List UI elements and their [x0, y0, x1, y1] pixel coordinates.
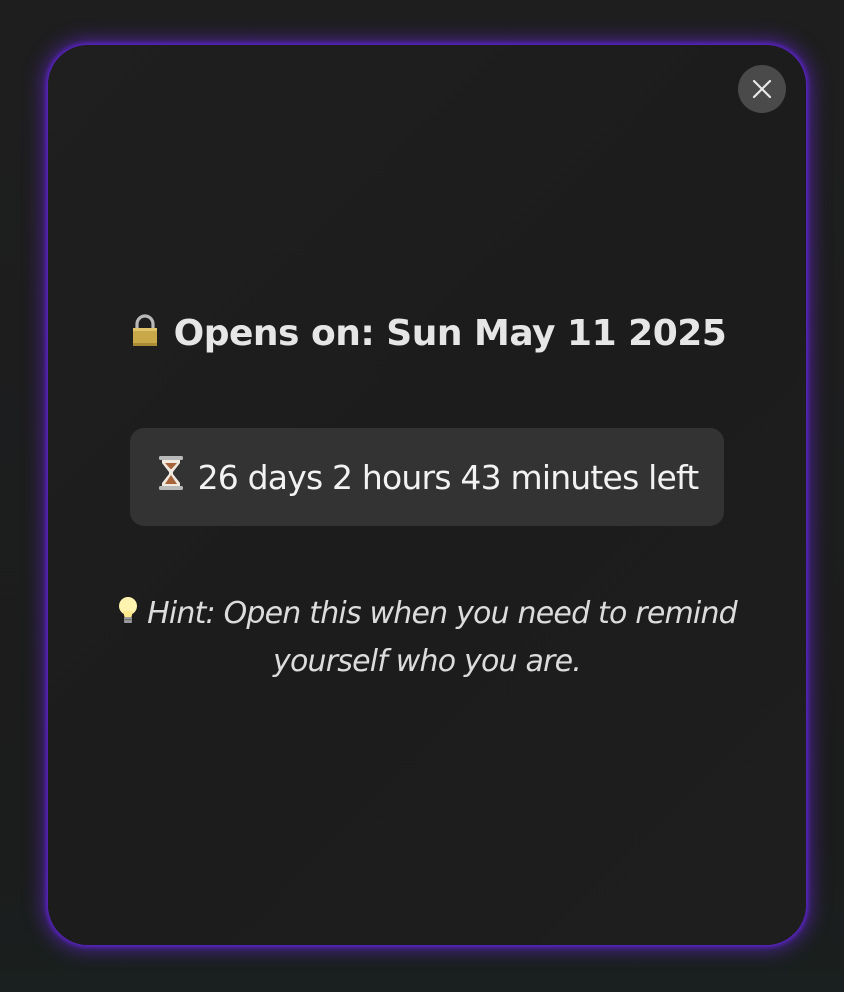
close-icon — [752, 79, 772, 99]
countdown-label: 26 days 2 hours 43 minutes left — [197, 457, 700, 497]
hourglass-icon — [156, 455, 186, 499]
lightbulb-icon — [117, 594, 139, 639]
opens-on-label: Opens on: Sun May 11 2025 — [173, 313, 727, 354]
capsule-modal: Opens on: Sun May 11 2025 26 days 2 hour… — [48, 45, 806, 945]
hint-text: Hint: Open this when you need to remind … — [108, 591, 746, 684]
close-button[interactable] — [738, 65, 786, 113]
hint-label: Hint: Open this when you need to remind … — [147, 596, 738, 679]
countdown-box: 26 days 2 hours 43 minutes left — [130, 428, 724, 526]
opens-on-title: Opens on: Sun May 11 2025 — [48, 313, 806, 357]
lock-icon — [128, 314, 162, 357]
